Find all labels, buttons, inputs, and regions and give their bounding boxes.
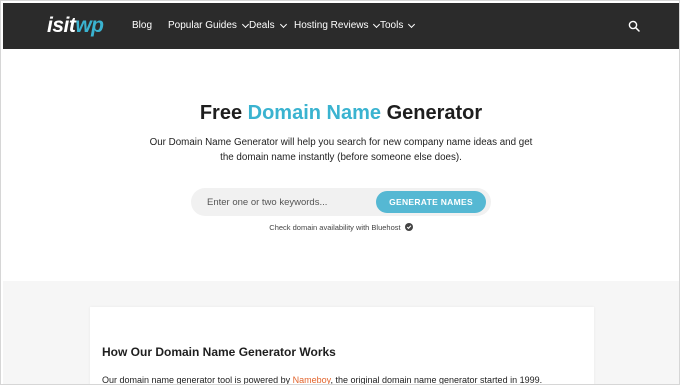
nav-item-deals[interactable]: Deals	[249, 19, 287, 33]
title-prefix: Free	[199, 102, 248, 124]
search-icon[interactable]	[628, 20, 640, 32]
section-paragraph: Our domain name generator tool is powere…	[102, 374, 543, 385]
keyword-input[interactable]	[207, 194, 367, 210]
top-navbar: isitwp Blog Popular Guides Deals Hosting…	[3, 3, 679, 49]
site-logo[interactable]: isitwp	[47, 13, 104, 39]
nav-item-blog[interactable]: Blog	[132, 19, 152, 33]
nav-item-label: Popular Guides	[168, 20, 237, 31]
page-title: Free Domain Name Generator	[3, 101, 679, 125]
section-heading: How Our Domain Name Generator Works	[102, 345, 336, 359]
chevron-down-icon	[408, 20, 416, 29]
chevron-down-icon	[279, 20, 287, 29]
generate-names-button[interactable]: GENERATE NAMES	[376, 191, 486, 213]
logo-text-main: isit	[47, 14, 76, 37]
browser-frame: isitwp Blog Popular Guides Deals Hosting…	[0, 0, 680, 385]
nav-item-label: Deals	[249, 20, 275, 31]
nav-item-label: Hosting Reviews	[294, 20, 369, 31]
check-circle-icon	[404, 223, 413, 231]
paragraph-text-start: Our domain name generator tool is powere…	[102, 375, 293, 385]
nav-item-label: Tools	[380, 20, 404, 31]
bluehost-check-link[interactable]: Check domain availability with Bluehost	[3, 222, 679, 234]
logo-text-accent: wp	[75, 14, 104, 37]
nav-item-label: Blog	[132, 20, 153, 31]
hero-description: Our Domain Name Generator will help you …	[149, 137, 533, 163]
nav-item-popular-guides[interactable]: Popular Guides	[168, 19, 249, 33]
nameboy-link[interactable]: Nameboy	[293, 375, 331, 384]
paragraph-text-end: , the original domain name generator sta…	[330, 375, 543, 385]
nav-item-hosting-reviews[interactable]: Hosting Reviews	[294, 19, 381, 33]
content-section: How Our Domain Name Generator Works Our …	[3, 281, 679, 385]
bluehost-check-text: Check domain availability with Bluehost	[269, 223, 401, 232]
content-card: How Our Domain Name Generator Works Our …	[90, 307, 594, 385]
chevron-down-icon	[241, 20, 249, 29]
keyword-search-form: GENERATE NAMES	[191, 188, 491, 216]
title-suffix: Generator	[381, 102, 483, 124]
nav-item-tools[interactable]: Tools	[380, 19, 416, 33]
hero-section: Free Domain Name Generator Our Domain Na…	[3, 49, 679, 281]
title-highlight: Domain Name	[247, 102, 382, 124]
